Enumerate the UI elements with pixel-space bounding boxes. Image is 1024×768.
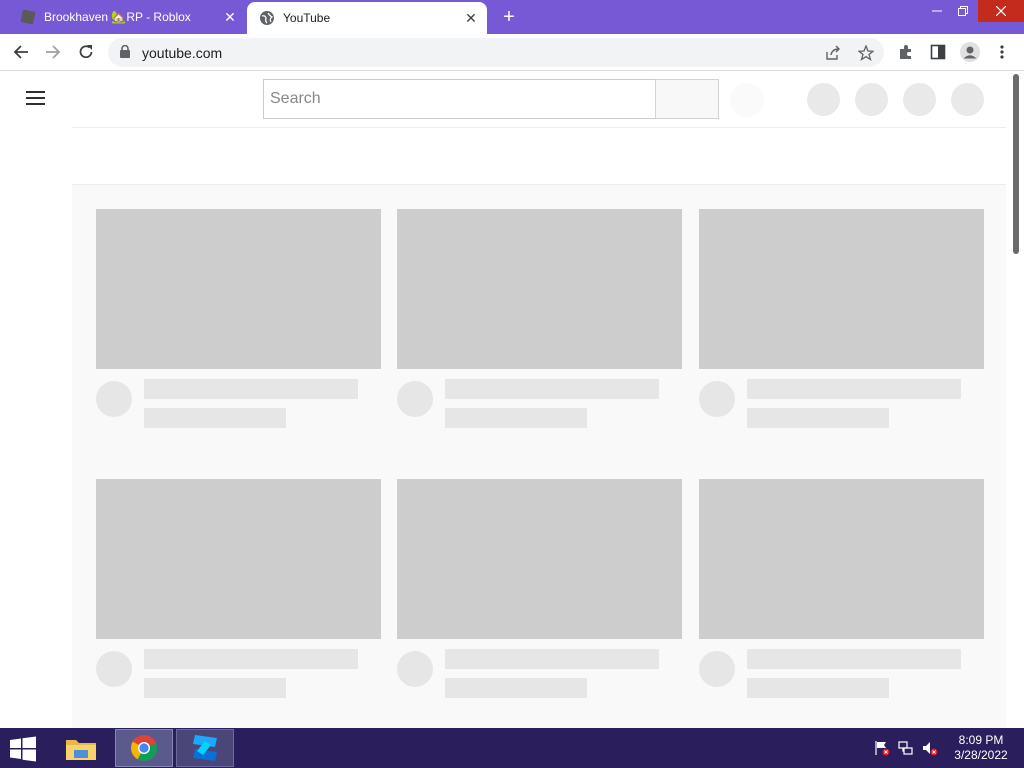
close-tab-icon[interactable]: ✕ (461, 8, 481, 28)
folder-icon (66, 740, 96, 760)
video-feed (72, 185, 1006, 728)
share-button[interactable] (823, 43, 843, 63)
bookmark-button[interactable] (856, 43, 876, 63)
more-vertical-icon (1000, 45, 1004, 59)
side-panel-button[interactable] (928, 42, 948, 62)
profile-icon (960, 42, 980, 62)
tab-title: YouTube (283, 11, 331, 25)
network-icon[interactable] (898, 740, 914, 756)
thumbnail-placeholder (699, 479, 984, 639)
channel-avatar-placeholder (96, 381, 132, 417)
meta-placeholder (144, 408, 286, 428)
restore-icon (958, 6, 968, 16)
share-icon (826, 45, 840, 60)
chrome-icon (130, 735, 158, 762)
arrow-right-icon (46, 45, 61, 59)
taskbar-roblox-studio[interactable] (176, 729, 234, 767)
star-icon (858, 45, 874, 61)
title-placeholder (747, 379, 961, 399)
roblox-studio-icon (193, 735, 217, 761)
divider (72, 127, 1006, 128)
arrow-left-icon (13, 45, 28, 59)
channel-avatar-placeholder (699, 381, 735, 417)
reload-button[interactable] (73, 39, 99, 65)
puzzle-icon (900, 45, 911, 59)
lock-icon (120, 45, 130, 58)
meta-placeholder (747, 678, 889, 698)
tab-youtube[interactable]: YouTube ✕ (247, 2, 487, 34)
action-center-flag-icon[interactable] (874, 740, 890, 756)
thumbnail-placeholder (96, 479, 381, 639)
forward-button[interactable] (40, 39, 66, 65)
title-placeholder (144, 379, 358, 399)
extensions-button[interactable] (896, 42, 916, 62)
volume-muted-icon[interactable] (922, 740, 938, 756)
roblox-icon (20, 9, 36, 25)
back-button[interactable] (8, 39, 34, 65)
browser-toolbar: youtube.com (0, 34, 1024, 71)
chrome-menu-button[interactable] (992, 42, 1012, 62)
thumbnail-placeholder (397, 479, 682, 639)
thumbnail-placeholder (699, 209, 984, 369)
channel-avatar-placeholder (699, 651, 735, 687)
taskbar-chrome[interactable] (115, 729, 173, 767)
side-panel-icon (930, 44, 946, 60)
close-icon (996, 6, 1006, 16)
profile-button[interactable] (960, 42, 980, 62)
youtube-page: Search (0, 72, 1024, 728)
minimize-icon (932, 10, 942, 12)
page-scrollbar[interactable] (1013, 74, 1019, 254)
voice-search-placeholder (730, 83, 764, 117)
channel-avatar-placeholder (397, 381, 433, 417)
search-input[interactable]: Search (263, 79, 656, 119)
windows-taskbar: 8:09 PM 3/28/2022 (0, 728, 1024, 768)
thumbnail-placeholder (96, 209, 381, 369)
title-placeholder (445, 649, 659, 669)
avatar-placeholder (951, 83, 984, 116)
hamburger-menu-icon[interactable] (26, 91, 46, 107)
windows-start-icon[interactable] (8, 736, 38, 762)
meta-placeholder (144, 678, 286, 698)
restore-button[interactable] (948, 0, 978, 22)
meta-placeholder (747, 408, 889, 428)
title-placeholder (445, 379, 659, 399)
meta-placeholder (445, 408, 587, 428)
browser-tab-bar: Brookhaven 🏡RP - Roblox ✕ YouTube ✕ + (0, 0, 1024, 34)
header-icon-placeholder (807, 83, 840, 116)
reload-icon (79, 45, 93, 59)
title-placeholder (747, 649, 961, 669)
meta-placeholder (445, 678, 587, 698)
close-window-button[interactable] (978, 0, 1024, 22)
taskbar-file-explorer[interactable] (52, 729, 110, 767)
tab-title: Brookhaven 🏡RP - Roblox (44, 10, 191, 24)
channel-avatar-placeholder (397, 651, 433, 687)
system-clock[interactable]: 8:09 PM 3/28/2022 (945, 733, 1017, 763)
url-text: youtube.com (142, 45, 223, 61)
header-icon-placeholder (903, 83, 936, 116)
clock-time: 8:09 PM (958, 733, 1004, 747)
globe-icon (260, 11, 274, 25)
new-tab-button[interactable]: + (498, 6, 520, 28)
search-button[interactable] (655, 79, 719, 119)
close-tab-icon[interactable]: ✕ (220, 7, 240, 27)
title-placeholder (144, 649, 358, 669)
header-icon-placeholder (855, 83, 888, 116)
tab-roblox[interactable]: Brookhaven 🏡RP - Roblox ✕ (8, 0, 246, 34)
address-bar[interactable]: youtube.com (108, 38, 884, 67)
channel-avatar-placeholder (96, 651, 132, 687)
clock-date: 3/28/2022 (954, 748, 1008, 762)
thumbnail-placeholder (397, 209, 682, 369)
